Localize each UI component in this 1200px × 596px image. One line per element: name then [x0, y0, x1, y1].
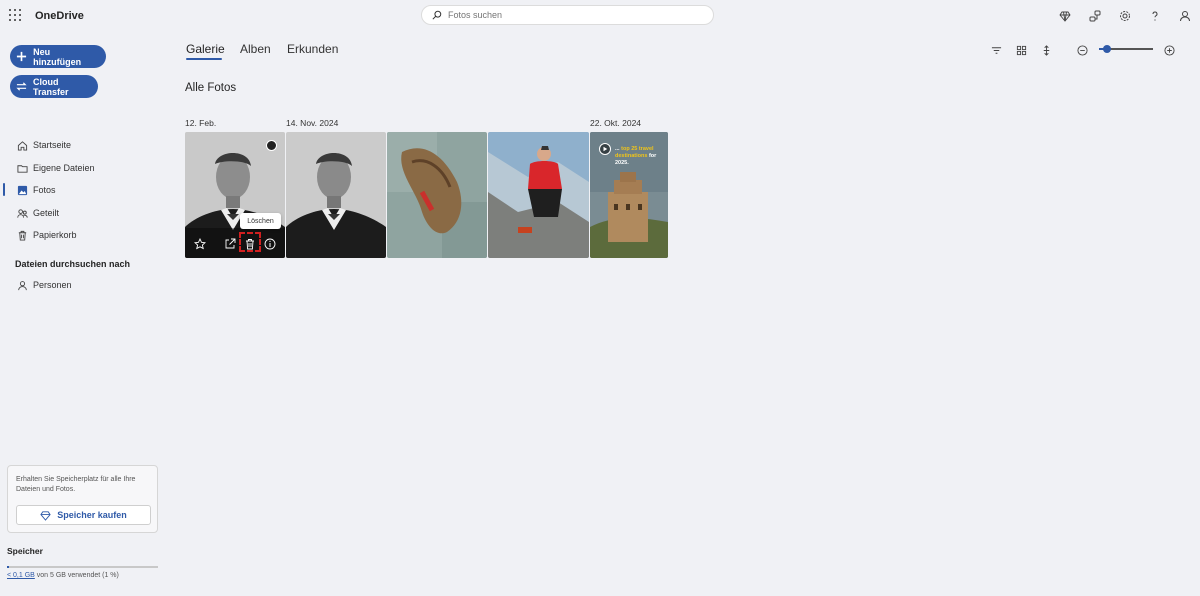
- buy-storage-button[interactable]: Speicher kaufen: [16, 505, 151, 525]
- storage-progress-bar: [7, 566, 158, 568]
- people-icon: [17, 208, 28, 218]
- diamond-icon: [40, 510, 51, 521]
- photo-tile[interactable]: [387, 132, 487, 258]
- select-checkbox[interactable]: [266, 140, 277, 151]
- top-bar: OneDrive: [0, 0, 1200, 32]
- photo-action-bar: [185, 228, 285, 258]
- transfer-arrows-icon: [16, 81, 27, 93]
- promo-text: Erhalten Sie Speicherplatz für alle Ihre…: [16, 476, 136, 493]
- portrait-photo: [286, 132, 386, 258]
- section-title: Alle Fotos: [185, 82, 237, 94]
- favorite-star-icon[interactable]: [194, 238, 206, 250]
- trash-icon: [18, 230, 27, 241]
- sidebar-item-home[interactable]: Startseite: [17, 137, 71, 153]
- date-label: 14. Nov. 2024: [286, 118, 339, 128]
- delete-tooltip: Löschen: [240, 213, 281, 229]
- app-launcher-icon[interactable]: [9, 9, 21, 21]
- zoom-in-icon[interactable]: [1164, 43, 1175, 61]
- sidebar-item-my-files[interactable]: Eigene Dateien: [17, 160, 95, 176]
- sidebar-item-people[interactable]: Personen: [17, 277, 72, 293]
- cloud-transfer-label: Cloud Transfer: [33, 76, 69, 97]
- sidebar-item-label: Fotos: [33, 185, 56, 195]
- tab-explore[interactable]: Erkunden: [287, 42, 338, 56]
- person-icon: [18, 280, 27, 290]
- account-avatar-icon[interactable]: [1179, 9, 1191, 27]
- sidebar-item-recycle-bin[interactable]: Papierkorb: [17, 227, 77, 243]
- plus-icon: [16, 51, 27, 63]
- sort-arrows-icon[interactable]: [1041, 43, 1052, 61]
- zoom-out-icon[interactable]: [1077, 43, 1088, 61]
- new-add-button[interactable]: Neu hinzufügen: [10, 45, 106, 68]
- home-icon: [17, 140, 28, 151]
- search-icon: [432, 10, 442, 20]
- storage-heading: Speicher: [7, 546, 43, 556]
- sidebar-item-photos[interactable]: Fotos: [17, 182, 56, 198]
- storage-rest-text: von 5 GB verwendet (1 %): [34, 572, 119, 579]
- folder-icon: [17, 164, 28, 173]
- cloud-transfer-button[interactable]: Cloud Transfer: [10, 75, 98, 98]
- connect-icon[interactable]: [1089, 9, 1101, 27]
- storage-used-link[interactable]: < 0,1 GB: [7, 572, 35, 579]
- tab-gallery[interactable]: Galerie: [186, 42, 225, 56]
- help-icon[interactable]: [1149, 9, 1161, 27]
- buy-storage-label: Speicher kaufen: [57, 510, 127, 520]
- photo-tile[interactable]: [185, 132, 285, 258]
- sidebar-item-label: Startseite: [33, 140, 72, 150]
- new-add-label: Neu hinzufügen: [33, 46, 82, 67]
- video-caption: ... top 25 travel destinations for 2025.: [615, 146, 665, 167]
- storage-usage-text: < 0,1 GB von 5 GB verwendet (1 %): [7, 572, 119, 579]
- sidebar-item-label: Geteilt: [33, 208, 60, 218]
- video-caption-pre: ...: [615, 146, 620, 152]
- date-label: 12. Feb.: [185, 118, 217, 128]
- zoom-slider-knob[interactable]: [1103, 45, 1111, 53]
- search-input[interactable]: [448, 10, 688, 20]
- browse-by-heading: Dateien durchsuchen nach: [15, 259, 131, 269]
- settings-gear-icon[interactable]: [1119, 9, 1131, 27]
- premium-diamond-icon[interactable]: [1059, 9, 1071, 27]
- photo-tile[interactable]: [488, 132, 589, 258]
- info-icon[interactable]: [264, 238, 276, 250]
- storage-progress-fill: [7, 566, 9, 568]
- sidebar-item-shared[interactable]: Geteilt: [17, 205, 59, 221]
- filter-icon[interactable]: [991, 43, 1002, 61]
- share-icon[interactable]: [224, 238, 236, 250]
- photo-tile[interactable]: [286, 132, 386, 258]
- active-tab-underline: [186, 58, 222, 60]
- play-icon[interactable]: [599, 143, 611, 155]
- video-caption-highlight: top 25 travel destinations: [615, 146, 654, 159]
- glove-on-rock-photo: [387, 132, 487, 258]
- delete-highlight-box: [239, 232, 261, 252]
- photo-icon: [17, 185, 28, 195]
- tab-albums[interactable]: Alben: [240, 42, 271, 56]
- climber-photo: [488, 132, 589, 258]
- search-box[interactable]: [421, 5, 714, 25]
- active-nav-indicator: [3, 183, 5, 196]
- zoom-slider[interactable]: [1099, 45, 1153, 53]
- sidebar-item-label: Eigene Dateien: [33, 163, 95, 173]
- layout-grid-icon[interactable]: [1016, 43, 1027, 61]
- date-label: 22. Okt. 2024: [590, 118, 642, 128]
- sidebar-item-label: Personen: [33, 280, 72, 290]
- app-title[interactable]: OneDrive: [35, 10, 84, 22]
- storage-promo-card: Erhalten Sie Speicherplatz für alle Ihre…: [7, 465, 158, 533]
- sidebar-item-label: Papierkorb: [33, 230, 77, 240]
